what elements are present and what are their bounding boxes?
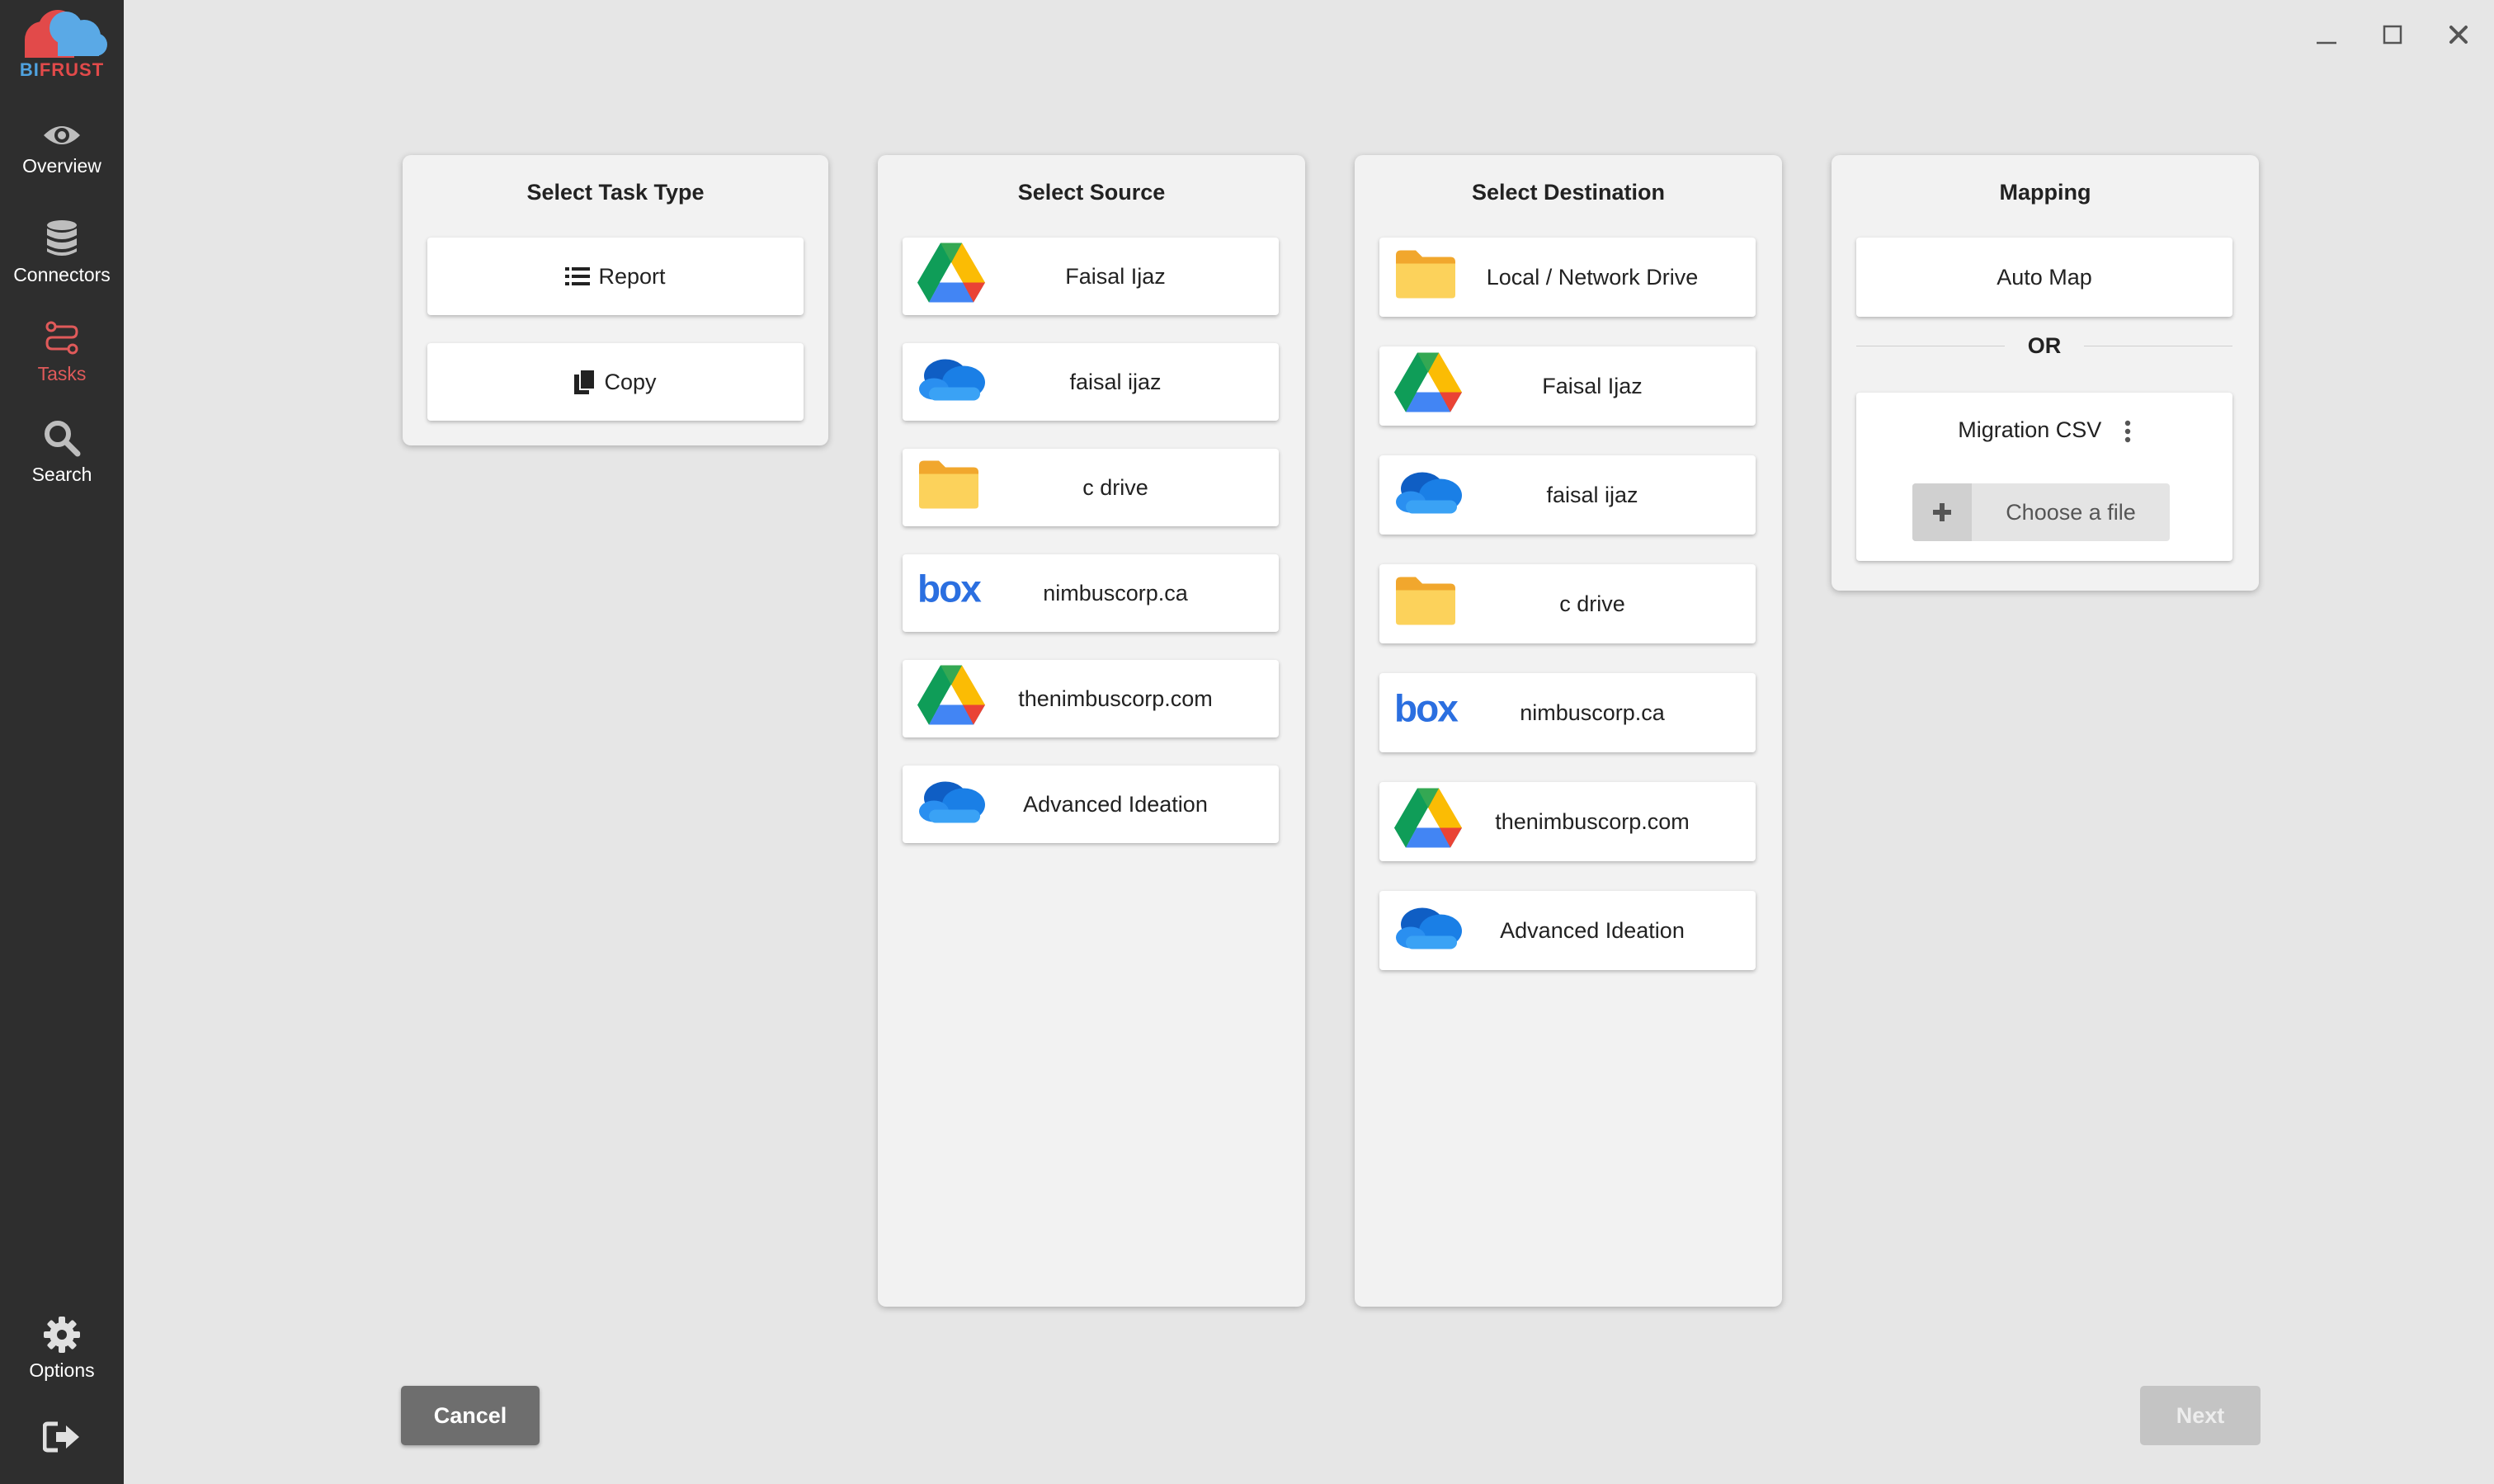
list-icon: [565, 267, 591, 285]
task-type-copy[interactable]: Copy: [427, 343, 804, 421]
destination-item[interactable]: Local / Network Drive: [1379, 238, 1756, 317]
source-item[interactable]: box nimbuscorp.ca: [903, 554, 1279, 632]
destination-item[interactable]: box nimbuscorp.ca: [1379, 673, 1756, 752]
cancel-button[interactable]: Cancel: [401, 1386, 540, 1445]
cloud-logo-icon: [25, 10, 107, 58]
sidebar-item-label: Options: [29, 1359, 95, 1381]
sidebar-item-overview[interactable]: Overview: [0, 122, 124, 177]
source-item[interactable]: faisal ijaz: [903, 343, 1279, 421]
svg-text:box: box: [917, 571, 982, 610]
source-item-label: faisal ijaz: [1069, 369, 1162, 394]
onedrive-icon: [1394, 471, 1464, 520]
search-icon: [45, 421, 81, 457]
box-icon: box: [917, 568, 985, 616]
logout-icon: [43, 1421, 79, 1453]
google-drive-icon: [917, 665, 985, 733]
sidebar: BIFRUST Overview Connectors Tasks Search…: [0, 0, 124, 1484]
destination-item-label: nimbuscorp.ca: [1520, 700, 1665, 725]
source-panel: Select Source Faisal Ijaz faisal ijaz c dr…: [878, 155, 1305, 1307]
destination-item[interactable]: Faisal Ijaz: [1379, 346, 1756, 426]
minimize-icon: [2317, 41, 2336, 45]
source-item[interactable]: Advanced Ideation: [903, 766, 1279, 843]
source-item[interactable]: Faisal Ijaz: [903, 238, 1279, 315]
destination-item-label: Faisal Ijaz: [1542, 373, 1643, 398]
migration-csv-label: Migration CSV: [1958, 417, 2102, 442]
panel-title: Select Source: [1017, 180, 1166, 205]
maximize-icon: [2383, 25, 2402, 45]
choose-file-button[interactable]: Choose a file: [1912, 483, 2170, 541]
folder-icon: [917, 459, 980, 516]
database-icon: [47, 220, 77, 256]
plus-icon: [1933, 503, 1951, 521]
google-drive-icon: [917, 243, 985, 310]
sidebar-item-search[interactable]: Search: [0, 419, 124, 486]
source-item-label: Advanced Ideation: [1023, 791, 1208, 817]
onedrive-icon: [1394, 907, 1464, 955]
source-item[interactable]: c drive: [903, 449, 1279, 526]
box-icon: box: [1394, 687, 1462, 736]
source-item-label: c drive: [1082, 474, 1148, 500]
next-button[interactable]: Next: [2140, 1386, 2261, 1445]
logo-text: BIFRUST: [19, 59, 105, 80]
sidebar-item-connectors[interactable]: Connectors: [0, 219, 124, 286]
onedrive-icon: [917, 358, 987, 407]
destination-item-label: Advanced Ideation: [1500, 917, 1685, 943]
close-button[interactable]: [2442, 18, 2475, 51]
maximize-button[interactable]: [2376, 18, 2409, 51]
task-type-panel: Select Task Type Report Copy: [403, 155, 828, 445]
bifrust-logo: BIFRUST: [12, 8, 112, 82]
destination-item-label: Local / Network Drive: [1486, 264, 1699, 290]
google-drive-icon: [1394, 788, 1462, 855]
logout-button[interactable]: [0, 1420, 124, 1453]
google-drive-icon: [1394, 352, 1462, 420]
destination-item[interactable]: faisal ijaz: [1379, 455, 1756, 535]
source-item-label: thenimbuscorp.com: [1018, 685, 1213, 711]
destination-panel: Select Destination Local / Network Drive…: [1355, 155, 1782, 1307]
destination-item-label: c drive: [1559, 591, 1625, 616]
folder-icon: [1394, 576, 1457, 633]
choose-file-label: Choose a file: [2006, 499, 2136, 525]
destination-item[interactable]: Advanced Ideation: [1379, 891, 1756, 970]
panel-title: Mapping: [1999, 180, 2091, 205]
sidebar-item-label: Search: [31, 464, 92, 485]
minimize-button[interactable]: [2310, 18, 2343, 51]
tasks-icon: [45, 321, 78, 355]
migration-csv-card: Migration CSV Choose a file: [1856, 393, 2232, 561]
panel-title: Select Task Type: [526, 180, 705, 205]
source-item-label: Faisal Ijaz: [1065, 263, 1166, 289]
svg-text:box: box: [1394, 690, 1459, 730]
folder-icon: [1394, 249, 1457, 306]
source-item[interactable]: thenimbuscorp.com: [903, 660, 1279, 737]
sidebar-item-options[interactable]: Options: [0, 1317, 124, 1382]
onedrive-icon: [917, 780, 987, 829]
destination-item-label: thenimbuscorp.com: [1495, 808, 1690, 834]
auto-map-button[interactable]: Auto Map: [1856, 238, 2232, 317]
sidebar-item-label: Tasks: [37, 363, 87, 384]
destination-item[interactable]: c drive: [1379, 564, 1756, 643]
source-item-label: nimbuscorp.ca: [1043, 580, 1188, 605]
destination-item[interactable]: thenimbuscorp.com: [1379, 782, 1756, 861]
panel-title: Select Destination: [1471, 180, 1666, 205]
mapping-panel: Mapping Auto Map OR Migration CSV Choose…: [1832, 155, 2259, 591]
more-options-icon[interactable]: [2124, 420, 2131, 443]
gear-icon: [44, 1317, 80, 1353]
or-divider: OR: [1856, 333, 2232, 358]
copy-icon: [574, 370, 596, 394]
destination-item-label: faisal ijaz: [1546, 482, 1638, 507]
task-type-report[interactable]: Report: [427, 238, 804, 315]
sidebar-item-label: Connectors: [13, 264, 111, 285]
sidebar-item-label: Overview: [22, 155, 101, 177]
sidebar-item-tasks[interactable]: Tasks: [0, 320, 124, 385]
close-icon: [2449, 26, 2468, 44]
eye-icon: [44, 126, 80, 144]
